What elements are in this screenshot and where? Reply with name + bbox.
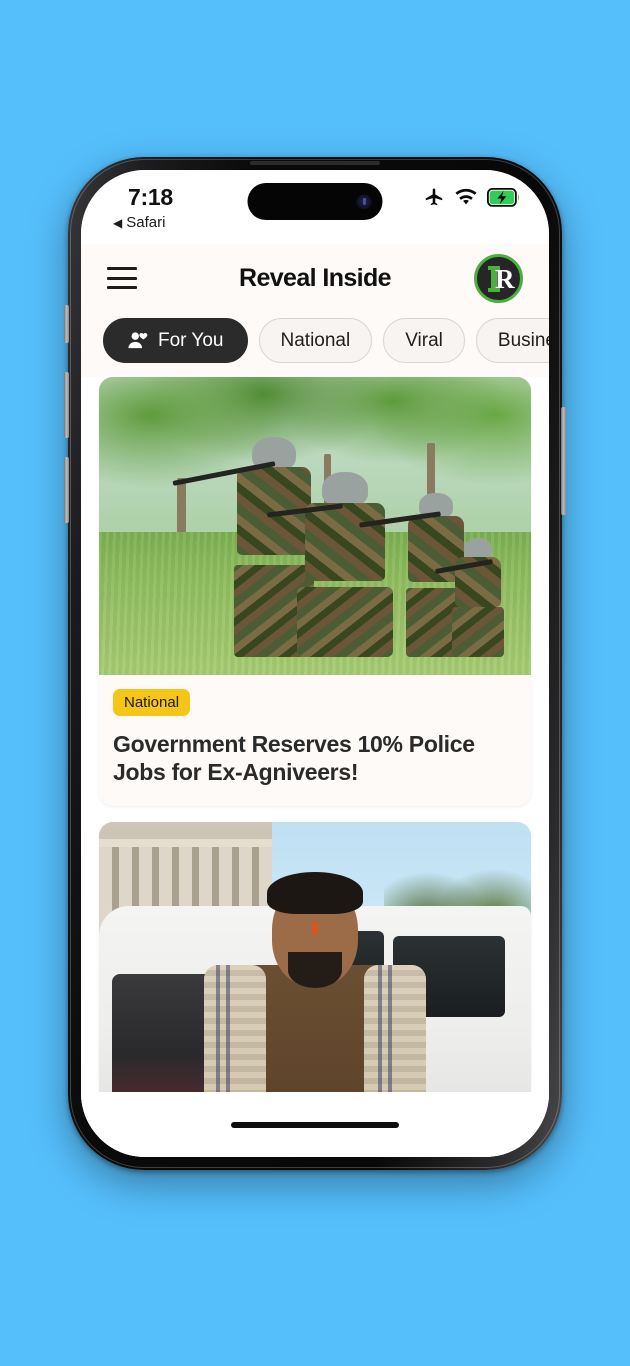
home-indicator[interactable] [231, 1121, 399, 1128]
phone-frame: 7:18 ◀ Safari Reveal Inside R For You Na… [64, 157, 566, 1170]
man-hair [267, 871, 363, 914]
status-bar: 7:18 ◀ Safari [81, 170, 549, 244]
status-bar-time: 7:18 [128, 184, 173, 210]
tilak-mark [312, 921, 318, 935]
chip-label: Business [497, 329, 549, 351]
chip-national[interactable]: National [258, 318, 373, 363]
chip-for-you[interactable]: For You [103, 318, 248, 363]
wifi-icon [454, 187, 478, 207]
airplane-mode-icon [423, 186, 445, 208]
news-card-body: National Government Reserves 10% Police … [99, 675, 531, 806]
hamburger-menu-icon[interactable] [107, 267, 137, 289]
phone-screen: 7:18 ◀ Safari Reveal Inside R For You Na… [81, 170, 549, 1157]
power-button[interactable] [561, 407, 566, 515]
earpiece-speaker [250, 161, 380, 165]
chip-viral[interactable]: Viral [383, 318, 465, 363]
hamburger-line [107, 267, 137, 270]
safari-back-label: Safari [126, 214, 166, 231]
safari-back-link[interactable]: ◀ Safari [113, 214, 165, 231]
front-camera-icon [356, 194, 372, 209]
news-card-headline: Government Reserves 10% Police Jobs for … [113, 731, 475, 786]
app-logo-avatar[interactable]: R [474, 253, 523, 303]
volume-up-button[interactable] [64, 372, 69, 438]
volume-down-button[interactable] [64, 457, 69, 523]
back-arrow-icon: ◀ [113, 215, 123, 230]
dynamic-island[interactable] [247, 183, 383, 220]
news-feed[interactable]: National Government Reserves 10% Police … [81, 377, 549, 1157]
silent-switch-button[interactable] [64, 305, 69, 343]
status-bar-icons [423, 186, 521, 208]
category-chip-bar[interactable]: For You National Viral Business [81, 312, 549, 377]
news-card-image-soldiers [99, 377, 531, 675]
man-beard [288, 951, 342, 988]
news-card-image-politician [99, 822, 531, 1121]
news-card-category-badge[interactable]: National [113, 689, 191, 716]
battery-charging-icon [487, 187, 521, 207]
chip-label: For You [158, 329, 224, 351]
home-indicator-area [81, 1092, 549, 1157]
news-card[interactable]: National Government Reserves 10% Police … [99, 377, 531, 807]
app-header: Reveal Inside R [81, 244, 549, 312]
soldier-figure [267, 472, 401, 658]
man-head [267, 871, 363, 988]
logo-letter: R [495, 263, 515, 294]
chip-label: National [280, 329, 351, 351]
soldier-figure [434, 537, 511, 658]
hamburger-line [107, 286, 137, 289]
chip-business[interactable]: Business [475, 318, 549, 363]
person-heart-icon [127, 331, 150, 350]
news-card[interactable] [99, 822, 531, 1121]
hamburger-line [107, 276, 137, 280]
chip-label: Viral [405, 329, 443, 351]
